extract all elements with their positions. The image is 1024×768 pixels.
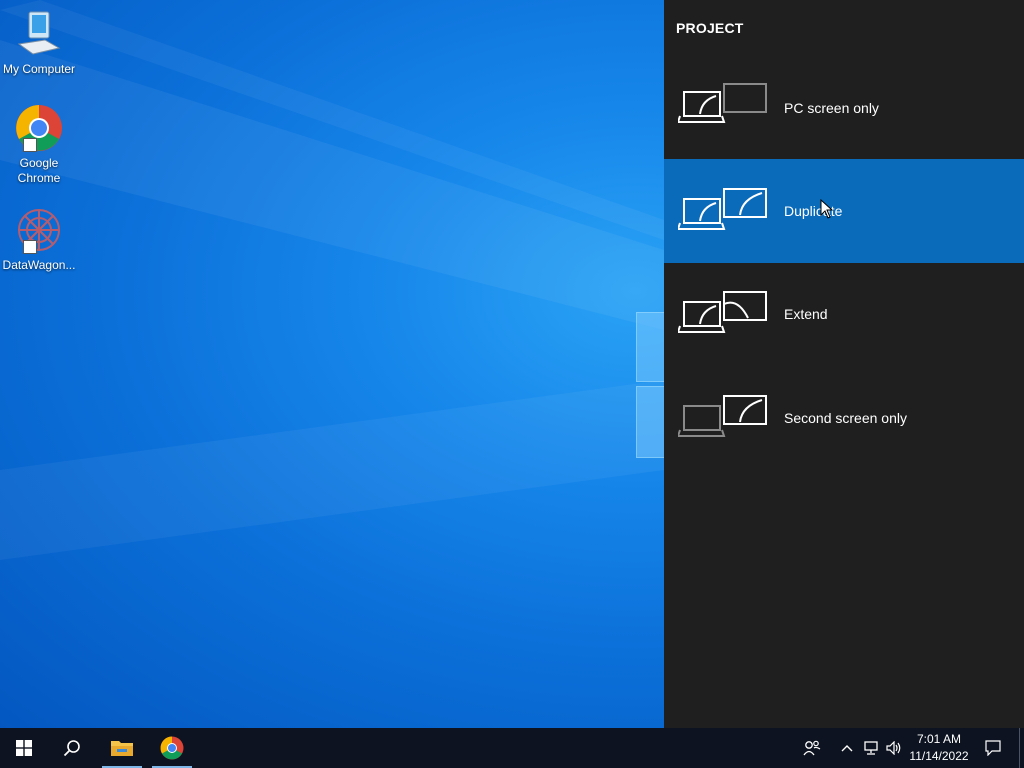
windows-start-icon bbox=[16, 740, 32, 756]
second-screen-only-icon bbox=[678, 395, 767, 437]
taskbar-chrome[interactable] bbox=[148, 728, 196, 768]
desktop-icon-label: DataWagon... bbox=[2, 258, 76, 272]
clock-date: 11/14/2022 bbox=[909, 749, 969, 763]
clock-time: 7:01 AM bbox=[916, 732, 962, 746]
project-option-label: Extend bbox=[784, 306, 828, 322]
start-button[interactable] bbox=[0, 728, 48, 768]
desktop-icon-label: Google Chrome bbox=[17, 156, 61, 185]
tray-show-hidden-icons[interactable] bbox=[836, 728, 858, 768]
computer-icon bbox=[15, 10, 63, 58]
show-desktop-button[interactable] bbox=[1019, 728, 1024, 768]
people-icon bbox=[803, 740, 821, 756]
project-option-extend[interactable]: Extend bbox=[664, 262, 1024, 366]
project-option-label: Second screen only bbox=[784, 410, 907, 426]
taskbar-file-explorer[interactable] bbox=[98, 728, 146, 768]
network-icon bbox=[864, 741, 878, 755]
tray-network[interactable] bbox=[859, 728, 883, 768]
extend-icon bbox=[678, 291, 767, 333]
tray-people-button[interactable] bbox=[798, 728, 826, 768]
chrome-icon bbox=[160, 736, 184, 760]
mouse-cursor-icon bbox=[820, 199, 834, 219]
project-title: PROJECT bbox=[676, 20, 744, 36]
taskbar-clock[interactable]: 7:01 AM 11/14/2022 bbox=[900, 731, 978, 765]
search-button[interactable] bbox=[48, 728, 96, 768]
pc-screen-only-icon bbox=[678, 83, 767, 123]
taskbar: 7:01 AM 11/14/2022 bbox=[0, 728, 1024, 768]
search-icon bbox=[63, 740, 80, 757]
datawagon-icon bbox=[15, 206, 63, 254]
chrome-icon bbox=[15, 104, 63, 152]
chevron-up-icon bbox=[841, 745, 853, 752]
project-option-second-screen-only[interactable]: Second screen only bbox=[664, 366, 1024, 470]
duplicate-icon bbox=[678, 188, 767, 230]
desktop-icon-label: My Computer bbox=[2, 62, 76, 76]
shortcut-arrow-icon bbox=[23, 240, 37, 254]
shortcut-arrow-icon bbox=[23, 138, 37, 152]
desktop-icon-google-chrome[interactable]: Google Chrome bbox=[0, 104, 78, 186]
project-option-pc-screen-only[interactable]: PC screen only bbox=[664, 56, 1024, 160]
file-explorer-icon bbox=[111, 741, 133, 756]
desktop-icon-my-computer[interactable]: My Computer bbox=[0, 10, 78, 77]
action-center-button[interactable] bbox=[978, 728, 1008, 768]
project-option-label: PC screen only bbox=[784, 100, 879, 116]
project-option-duplicate[interactable]: Duplicate bbox=[664, 159, 1024, 263]
desktop-icon-datawagon[interactable]: DataWagon... bbox=[0, 206, 78, 273]
notification-icon bbox=[985, 740, 1001, 756]
project-panel: PROJECT PC screen only Duplicate Extend bbox=[664, 0, 1024, 728]
